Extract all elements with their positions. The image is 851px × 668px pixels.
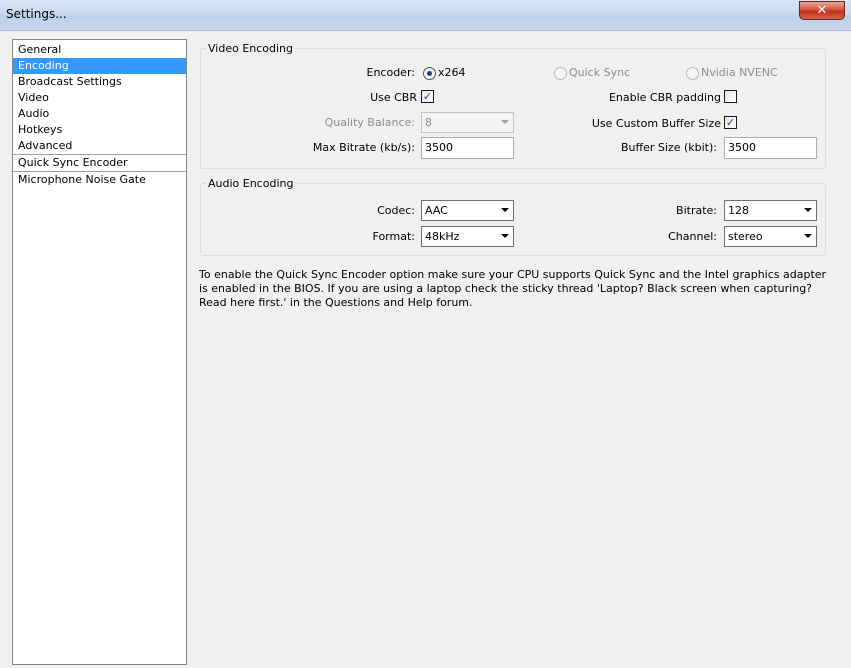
use-cbr-checkbox[interactable]: ✓	[421, 90, 434, 103]
quick-sync-radio[interactable]	[554, 67, 567, 80]
channel-label: Channel:	[668, 230, 717, 243]
buffer-size-label: Buffer Size (kbit):	[621, 141, 717, 154]
window-title: Settings...	[6, 7, 67, 21]
sidebar-item-microphone-noise-gate[interactable]: Microphone Noise Gate	[13, 172, 186, 188]
sidebar-item-video[interactable]: Video	[13, 90, 186, 106]
sidebar-item-broadcast-settings[interactable]: Broadcast Settings	[13, 74, 186, 90]
quick-sync-help-note: To enable the Quick Sync Encoder option …	[199, 268, 827, 309]
dropdown-arrow-icon	[804, 208, 812, 212]
cbr-padding-checkbox[interactable]	[724, 90, 737, 103]
bitrate-label: Bitrate:	[676, 204, 717, 217]
nvidia-nvenc-radio[interactable]	[686, 67, 699, 80]
dropdown-arrow-icon	[501, 234, 509, 238]
dropdown-arrow-icon	[501, 120, 509, 124]
checkmark-icon: ✓	[422, 90, 433, 103]
bitrate-value: 128	[728, 204, 749, 217]
x264-label[interactable]: x264	[438, 66, 466, 79]
sidebar-item-encoding[interactable]: Encoding	[13, 58, 186, 74]
bitrate-select[interactable]: 128	[724, 200, 817, 221]
format-label: Format:	[372, 230, 415, 243]
quality-balance-label: Quality Balance:	[324, 116, 415, 129]
max-bitrate-value: 3500	[425, 141, 453, 154]
channel-select[interactable]: stereo	[724, 226, 817, 247]
custom-buffer-label[interactable]: Use Custom Buffer Size	[592, 117, 721, 130]
video-encoding-title: Video Encoding	[206, 42, 296, 55]
codec-label: Codec:	[377, 204, 415, 217]
format-select[interactable]: 48kHz	[421, 226, 514, 247]
quality-balance-select[interactable]: 8	[421, 112, 514, 133]
custom-buffer-checkbox[interactable]: ✓	[724, 116, 737, 129]
buffer-size-value: 3500	[728, 141, 756, 154]
encoder-label: Encoder:	[366, 66, 416, 79]
dropdown-arrow-icon	[501, 208, 509, 212]
checkmark-icon: ✓	[725, 116, 736, 129]
nvidia-nvenc-label[interactable]: Nvidia NVENC	[701, 66, 778, 79]
sidebar-item-audio[interactable]: Audio	[13, 106, 186, 122]
quality-balance-value: 8	[425, 116, 432, 129]
buffer-size-input[interactable]: 3500	[724, 137, 817, 159]
settings-client-area: General Encoding Broadcast Settings Vide…	[0, 31, 851, 668]
sidebar-item-general[interactable]: General	[13, 42, 186, 58]
cbr-padding-label[interactable]: Enable CBR padding	[609, 91, 721, 104]
sidebar-item-advanced[interactable]: Advanced	[13, 138, 186, 154]
codec-value: AAC	[425, 204, 448, 217]
audio-encoding-title: Audio Encoding	[206, 177, 296, 190]
sidebar-item-quick-sync-encoder[interactable]: Quick Sync Encoder	[13, 155, 186, 171]
title-bar: Settings... ✕	[0, 0, 851, 31]
settings-category-list[interactable]: General Encoding Broadcast Settings Vide…	[12, 39, 187, 665]
max-bitrate-input[interactable]: 3500	[421, 137, 514, 159]
sidebar-item-hotkeys[interactable]: Hotkeys	[13, 122, 186, 138]
x264-radio[interactable]	[423, 67, 436, 80]
close-icon: ✕	[816, 3, 828, 18]
codec-select[interactable]: AAC	[421, 200, 514, 221]
dropdown-arrow-icon	[804, 234, 812, 238]
use-cbr-label[interactable]: Use CBR	[370, 91, 417, 104]
quick-sync-label[interactable]: Quick Sync	[569, 66, 630, 79]
close-button[interactable]: ✕	[799, 1, 845, 20]
max-bitrate-label: Max Bitrate (kb/s):	[312, 141, 415, 154]
channel-value: stereo	[728, 230, 763, 243]
format-value: 48kHz	[425, 230, 460, 243]
